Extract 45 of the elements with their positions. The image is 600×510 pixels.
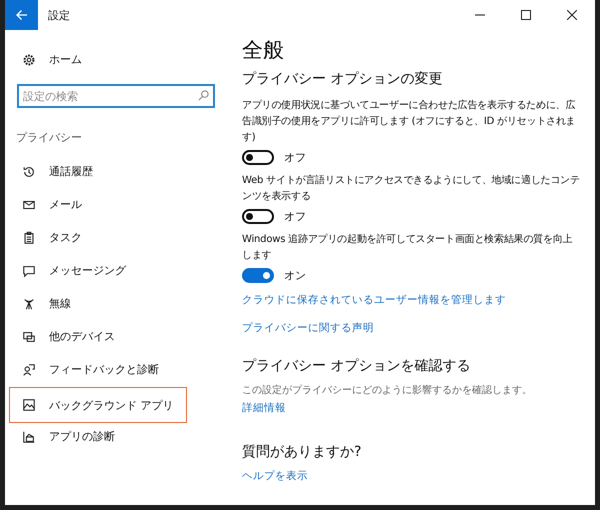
sidebar-item[interactable]: フィードバックと診断 <box>9 353 187 386</box>
review-description: この設定がプライバシーにどのように影響するかを確認します。 <box>242 384 533 397</box>
search-icon <box>198 90 209 101</box>
section-heading: 質問がありますか? <box>242 443 362 461</box>
sidebar-item[interactable]: メール <box>9 188 187 221</box>
toggle-switch[interactable] <box>242 268 274 283</box>
sidebar-item[interactable]: 通話履歴 <box>9 155 187 188</box>
sidebar-item[interactable]: 無線 <box>9 287 187 320</box>
toggle-switch[interactable] <box>242 150 274 165</box>
section-heading: プライバシー オプションを確認する <box>242 357 472 375</box>
details-link[interactable]: 詳細情報 <box>242 401 286 415</box>
help-link[interactable]: ヘルプを表示 <box>242 469 308 483</box>
maximize-icon <box>521 10 531 20</box>
link[interactable]: プライバシーに関する声明 <box>242 321 374 335</box>
option-description: Web サイトが言語リストにアクセスできるようにして、地域に適したコンテンツを表示する <box>242 174 580 204</box>
gear-icon <box>22 52 36 66</box>
image-frame-icon <box>22 398 36 412</box>
chat-icon <box>22 264 36 278</box>
toggle-switch[interactable] <box>242 209 274 224</box>
option-description: Windows 追跡アプリの起動を許可してスタート画面と検索結果の質を向上します <box>242 232 574 263</box>
toggle-label: オン <box>284 268 306 283</box>
feedback-icon <box>22 362 36 376</box>
sidebar-item[interactable]: アプリの診断 <box>9 420 187 453</box>
devices-icon <box>22 330 36 344</box>
sidebar-item[interactable]: バックグラウンド アプリ <box>9 387 187 423</box>
toggle-label: オフ <box>284 150 306 165</box>
clipboard-icon <box>22 230 36 244</box>
page-title: 全般 <box>242 37 285 64</box>
search-field[interactable]: 設定の検索 <box>17 84 215 108</box>
back-arrow-icon <box>16 9 28 21</box>
back-button[interactable] <box>5 0 38 30</box>
chart-icon <box>22 430 36 444</box>
sidebar-item[interactable]: 他のデバイス <box>9 320 187 353</box>
antenna-icon <box>22 296 36 310</box>
section-label: プライバシー <box>16 130 83 145</box>
history-icon <box>22 164 36 178</box>
sidebar-item[interactable]: メッセージング <box>9 254 187 287</box>
close-icon <box>567 10 577 20</box>
toggle-label: オフ <box>284 209 306 224</box>
sidebar-item[interactable]: タスク <box>9 221 187 254</box>
link[interactable]: クラウドに保存されているユーザー情報を管理します <box>242 293 506 307</box>
option-description: アプリの使用状況に基づいてユーザーに合わせた広告を表示するために、広告識別子の使用をアプリに許可します (オフにすると、ID がリセットされます) <box>242 98 577 145</box>
window-title: 設定 <box>48 8 71 22</box>
home-nav-item[interactable]: ホーム <box>9 43 187 76</box>
section-heading: プライバシー オプションの変更 <box>242 70 444 88</box>
